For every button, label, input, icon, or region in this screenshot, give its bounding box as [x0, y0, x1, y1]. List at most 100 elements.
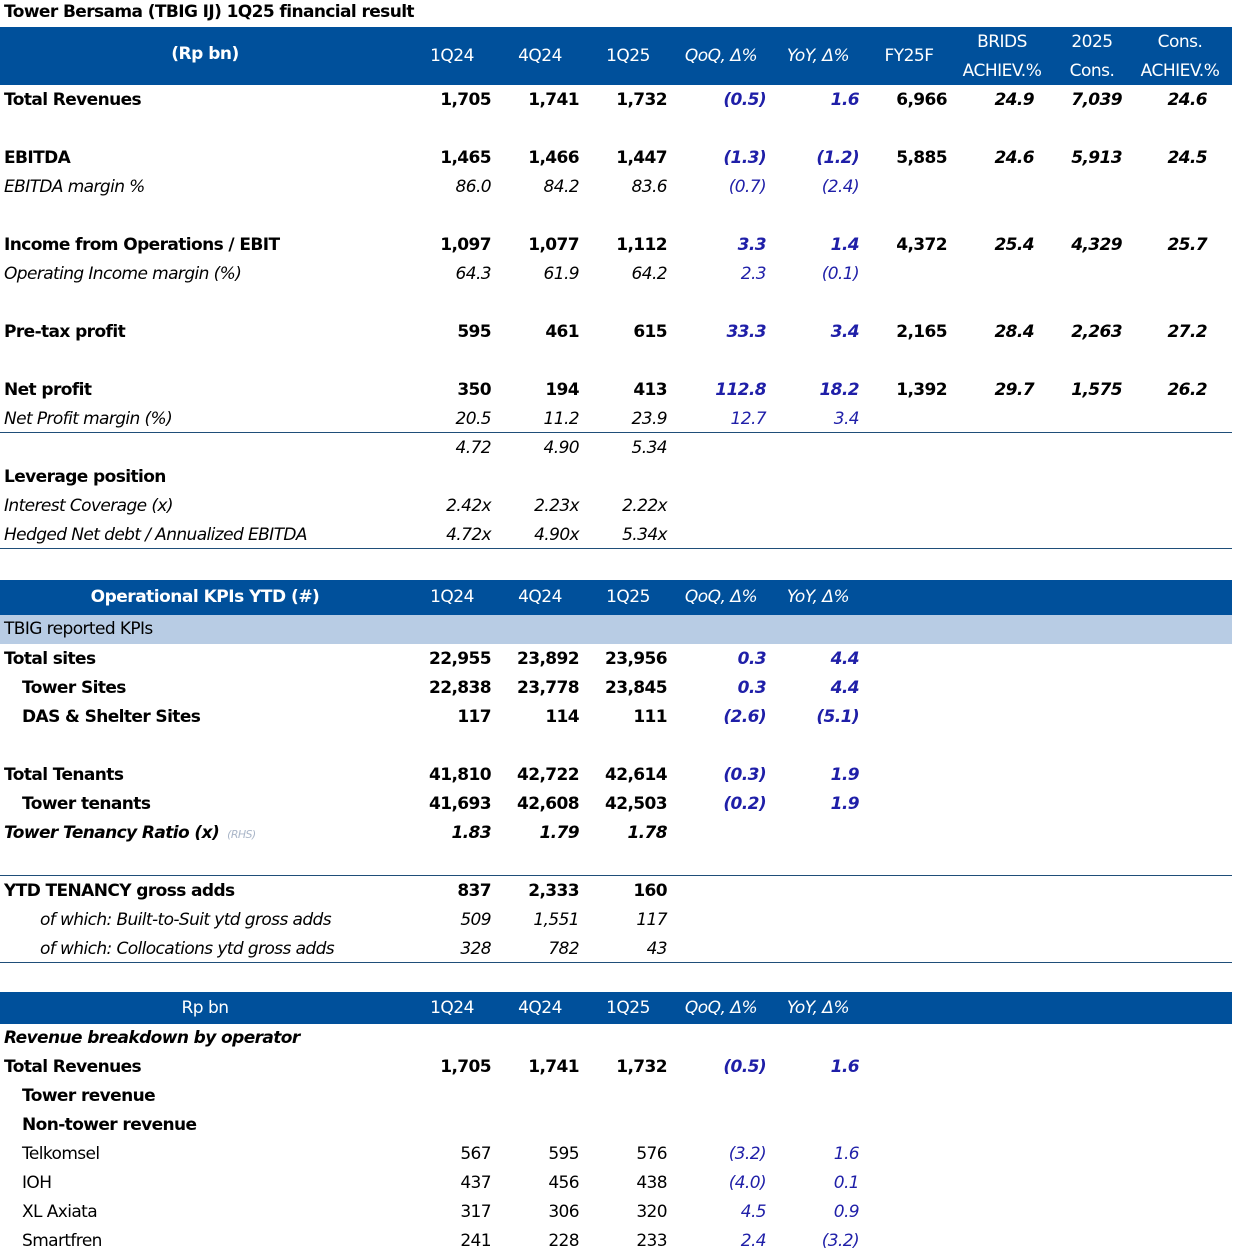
cell: 2,165 — [896, 322, 947, 342]
table-row: EBITDA 1,465 1,466 1,447 (1.3) (1.2) 5,8… — [0, 144, 1232, 173]
cell: 160 — [633, 881, 667, 901]
cell: 1.9 — [830, 765, 860, 785]
cell: 567 — [460, 1144, 491, 1164]
cell: 64.2 — [631, 264, 668, 284]
cell: 228 — [548, 1231, 579, 1251]
row-label: IOH — [22, 1173, 52, 1193]
cell: 4.5 — [740, 1202, 767, 1222]
cell: 837 — [457, 881, 491, 901]
cell: 4.4 — [830, 649, 860, 669]
cell: 2.22x — [622, 496, 668, 516]
row-label: Operating Income margin (%) — [4, 264, 242, 284]
cell: 1,392 — [896, 380, 947, 400]
table-row: Income from Operations / EBIT 1,097 1,07… — [0, 231, 1232, 260]
header-4q24: 4Q24 — [518, 46, 562, 66]
cell: 5.34 — [631, 438, 668, 458]
table-row: DAS & Shelter Sites 117 114 111 (2.6) (5… — [0, 703, 1232, 732]
cell: 595 — [457, 322, 491, 342]
cell: 328 — [460, 939, 491, 959]
cell: 2,263 — [1071, 322, 1122, 342]
cell: (0.2) — [723, 794, 766, 814]
cell: 42,503 — [604, 794, 668, 814]
table-row: Revenue breakdown by operator — [0, 1024, 1232, 1053]
cell: 1.6 — [830, 90, 860, 110]
row-label: of which: Built-to-Suit ytd gross adds — [40, 910, 332, 930]
cell: 25.7 — [1167, 235, 1207, 255]
cell: 1,741 — [528, 1057, 579, 1077]
cell: 241 — [460, 1231, 491, 1251]
header-1q25: 1Q25 — [606, 998, 650, 1018]
cell: 24.6 — [1167, 90, 1207, 110]
header-yoy: YoY, Δ% — [786, 46, 850, 66]
cell: 2.4 — [740, 1231, 767, 1251]
cell: 5.34x — [622, 525, 668, 545]
cell: 23,778 — [516, 678, 580, 698]
table-row: Telkomsel 567 595 576 (3.2) 1.6 — [0, 1140, 1232, 1169]
cell: 23.9 — [631, 409, 668, 429]
row-label: Net profit — [4, 380, 92, 400]
cell: (1.2) — [816, 148, 859, 168]
cell: 1,112 — [616, 235, 667, 255]
cell: (0.1) — [821, 264, 860, 284]
table-row: Operating Income margin (%) 64.3 61.9 64… — [0, 260, 1232, 289]
header-yoy: YoY, Δ% — [786, 998, 850, 1018]
header-1q25: 1Q25 — [606, 587, 650, 607]
row-label: Telkomsel — [22, 1144, 100, 1164]
cell: 0.3 — [737, 678, 767, 698]
cell: 4.72 — [455, 438, 492, 458]
cell: 42,608 — [516, 794, 580, 814]
cell: (0.5) — [723, 90, 766, 110]
cell: 3.3 — [737, 235, 767, 255]
cell: 4.90x — [534, 525, 580, 545]
cell: 509 — [460, 910, 491, 930]
cell: 456 — [548, 1173, 579, 1193]
divider — [0, 875, 1232, 876]
cell: 12.7 — [730, 409, 767, 429]
cell: 1,705 — [440, 1057, 491, 1077]
cell: 1,465 — [440, 148, 491, 168]
cell: 2.23x — [534, 496, 580, 516]
cell: 23,845 — [604, 678, 668, 698]
kpi-table-header: Operational KPIs YTD (#) 1Q24 4Q24 1Q25 … — [0, 580, 1232, 615]
cell: 306 — [548, 1202, 579, 1222]
cell: 4,329 — [1071, 235, 1122, 255]
table-row: XL Axiata 317 306 320 4.5 0.9 — [0, 1198, 1232, 1227]
cell: 615 — [633, 322, 667, 342]
row-label: Tower revenue — [22, 1086, 156, 1106]
header-label: Rp bn — [181, 998, 229, 1018]
cell: 23,956 — [604, 649, 668, 669]
header-cons2: Cons. — [1157, 32, 1203, 52]
cell: 24.6 — [994, 148, 1034, 168]
row-label: YTD TENANCY gross adds — [4, 881, 235, 901]
row-label: EBITDA margin % — [4, 177, 145, 197]
row-label: EBITDA — [4, 148, 71, 168]
cell: 0.3 — [737, 649, 767, 669]
cell: 7,039 — [1071, 90, 1122, 110]
table-row: Tower revenue — [0, 1082, 1232, 1111]
rhs-note: (RHS) — [227, 828, 256, 841]
cell: (5.1) — [816, 707, 859, 727]
cell: 1.9 — [830, 794, 860, 814]
table-row: Hedged Net debt / Annualized EBITDA 4.72… — [0, 521, 1232, 550]
revenue-table-header: Rp bn 1Q24 4Q24 1Q25 QoQ, Δ% YoY, Δ% — [0, 992, 1232, 1024]
header-brids-achiev: ACHIEV.% — [962, 61, 1042, 81]
header-cons-achiev: ACHIEV.% — [1140, 61, 1220, 81]
cell: 83.6 — [631, 177, 668, 197]
row-label: Total sites — [4, 649, 96, 669]
table-row: IOH 437 456 438 (4.0) 0.1 — [0, 1169, 1232, 1198]
cell: 438 — [636, 1173, 667, 1193]
cell: 22,838 — [428, 678, 492, 698]
header-yoy: YoY, Δ% — [786, 587, 850, 607]
cell: 4.72x — [446, 525, 492, 545]
cell: 4.4 — [830, 678, 860, 698]
cell: 595 — [548, 1144, 579, 1164]
header-1q25: 1Q25 — [606, 46, 650, 66]
cell: 317 — [460, 1202, 491, 1222]
cell: 42,722 — [516, 765, 580, 785]
header-label: (Rp bn) — [171, 44, 239, 64]
cell: 413 — [633, 380, 667, 400]
cell: 25.4 — [994, 235, 1034, 255]
cell: 1.83 — [451, 823, 491, 843]
table-row: Non-tower revenue — [0, 1111, 1232, 1140]
page-title: Tower Bersama (TBIG IJ) 1Q25 financial r… — [4, 2, 415, 22]
